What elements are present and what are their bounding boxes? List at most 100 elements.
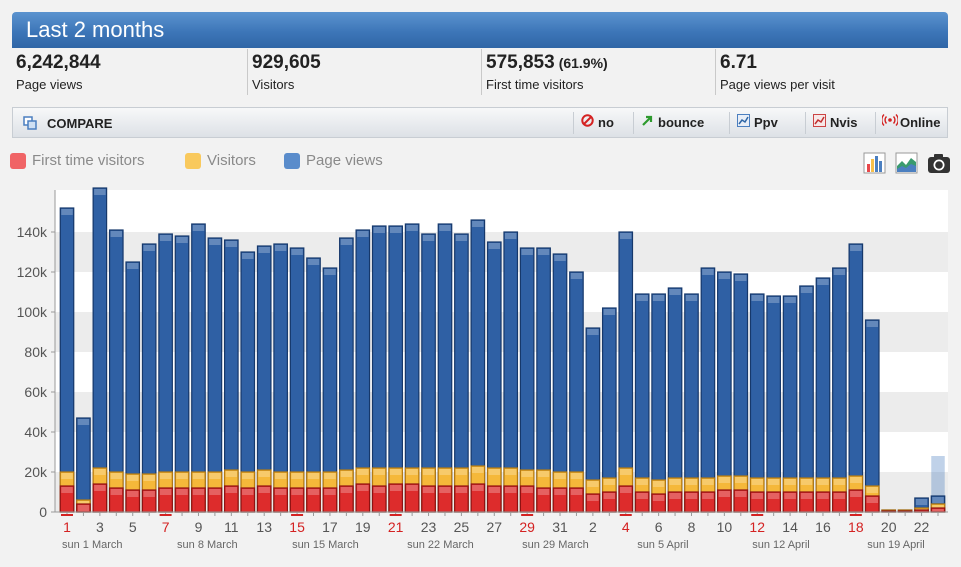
- bar-page-views-highlight: [833, 269, 846, 275]
- bar-visitors-highlight: [439, 469, 451, 475]
- bar-visitors-highlight: [274, 473, 287, 479]
- bar-first-time-visitors: [437, 485, 453, 513]
- bar-page-views-highlight: [324, 269, 336, 275]
- x-tick-label: 2: [589, 519, 597, 535]
- bar-first-time-visitors-highlight: [620, 487, 632, 493]
- bar-page-views: [815, 277, 831, 513]
- bar-first-time-visitors-highlight: [800, 493, 813, 499]
- bar-page-views-body: [832, 267, 847, 513]
- bar-first-time-visitors-highlight: [209, 489, 221, 495]
- compare-bounce-button[interactable]: bounce: [633, 112, 725, 134]
- stat-label: Page views: [16, 77, 83, 92]
- bar-page-views-highlight: [537, 249, 550, 255]
- bar-first-time-visitors: [240, 487, 256, 513]
- bar-first-time-visitors-highlight: [685, 493, 698, 499]
- week-label: sun 22 March: [407, 539, 474, 551]
- bar-first-time-visitors-highlight: [242, 489, 254, 495]
- bar-first-time-visitors: [158, 487, 173, 513]
- bar-page-views-highlight: [751, 295, 763, 301]
- bar-first-time-visitors-highlight: [504, 487, 517, 493]
- x-tick-label: 13: [256, 519, 272, 535]
- bar-first-time-visitors-highlight: [357, 485, 369, 491]
- y-tick-label: 80k: [24, 344, 48, 360]
- bar-first-time-visitors-highlight: [767, 493, 780, 499]
- bar-page-views-highlight: [340, 239, 353, 245]
- week-label: sun 15 March: [292, 539, 359, 551]
- bar-first-time-visitors: [108, 487, 124, 513]
- camera-icon[interactable]: [926, 150, 952, 176]
- compare-nvis-label: Nvis: [830, 115, 858, 130]
- bar-page-views-body: [651, 293, 666, 513]
- bar-page-views-highlight: [603, 309, 616, 315]
- bar-page-views-highlight: [159, 235, 172, 241]
- bar-first-time-visitors: [174, 487, 190, 513]
- bar-page-views-highlight: [669, 289, 681, 295]
- bar-page-views: [191, 223, 206, 513]
- bar-first-time-visitors: [454, 485, 469, 513]
- bar-page-views: [700, 267, 716, 513]
- week-label: sun 8 March: [177, 539, 238, 551]
- x-tick-label: 9: [195, 519, 203, 535]
- week-label: sun 19 April: [867, 539, 924, 551]
- stat-label: First time visitors: [486, 77, 584, 92]
- bar-page-views-highlight: [439, 225, 451, 231]
- compare-no-button[interactable]: no: [573, 112, 629, 134]
- bar-page-views-highlight: [735, 275, 747, 281]
- x-tick-label: 3: [96, 519, 104, 535]
- mini-chart-icon: [736, 112, 750, 134]
- bar-first-time-visitors: [470, 483, 486, 513]
- bar-first-time-visitors-highlight: [669, 493, 681, 499]
- legend-swatch: [284, 153, 300, 169]
- compare-ppv-button[interactable]: Ppv: [729, 112, 799, 134]
- bar-first-time-visitors-highlight: [126, 491, 139, 497]
- report-title: Last 2 months: [12, 12, 948, 48]
- bar-first-time-visitors: [634, 491, 650, 513]
- x-tick-label: 16: [815, 519, 831, 535]
- bar-page-views-highlight: [126, 263, 139, 269]
- bar-first-time-visitors-highlight: [406, 485, 418, 491]
- x-tick-label: 5: [129, 519, 137, 535]
- bar-page-views-highlight: [307, 259, 320, 265]
- compare-toolbar: COMPARE no bounce Ppv Nvis Online: [12, 107, 948, 138]
- bar-page-views-highlight: [915, 499, 928, 505]
- bar-first-time-visitors: [930, 507, 946, 513]
- area-chart-icon[interactable]: [894, 150, 920, 176]
- bar-page-views-highlight: [192, 225, 205, 231]
- bar-first-time-visitors-highlight: [718, 491, 731, 497]
- bar-page-views-highlight: [94, 189, 106, 195]
- y-axis: 0 20k 40k 60k 80k 100k 120k 140k: [17, 190, 56, 520]
- bar-page-views-highlight: [504, 233, 517, 239]
- compare-bounce-label: bounce: [658, 115, 705, 130]
- bar-page-views-highlight: [718, 273, 731, 279]
- bar-visitors-highlight: [800, 479, 813, 485]
- bar-first-time-visitors: [503, 485, 519, 513]
- bar-chart-icon[interactable]: [862, 150, 888, 176]
- bar-first-time-visitors-highlight: [636, 493, 648, 499]
- bar-first-time-visitors: [224, 485, 239, 513]
- week-label: sun 12 April: [752, 539, 809, 551]
- x-tick-label: 27: [486, 519, 502, 535]
- bar-first-time-visitors: [404, 483, 420, 513]
- summary-stats: 6,242,844 Page views 929,605 Visitors 57…: [12, 49, 948, 95]
- stat-visitors: 929,605 Visitors: [248, 49, 482, 95]
- compare-online-button[interactable]: Online: [875, 112, 949, 134]
- bar-first-time-visitors-highlight: [817, 493, 829, 499]
- bar-first-time-visitors-highlight: [850, 491, 862, 497]
- bar-page-views-highlight: [77, 419, 90, 425]
- bar-page-views-highlight: [932, 497, 944, 503]
- mini-chart-icon: [812, 112, 826, 134]
- bar-first-time-visitors-highlight: [307, 489, 320, 495]
- bar-page-views-body: [174, 235, 190, 513]
- stat-value: 575,853 (61.9%): [486, 52, 608, 74]
- bar-page-views-highlight: [176, 237, 188, 243]
- bar-first-time-visitors-highlight: [291, 489, 303, 495]
- bar-visitors-highlight: [751, 479, 763, 485]
- compare-label[interactable]: COMPARE: [47, 116, 112, 131]
- bar-chart: 020k40k60k80k100k120k140k 1 3 5 7 9 11 13 15 17 1…: [17, 187, 948, 551]
- bar-visitors-highlight: [192, 473, 205, 479]
- compare-nvis-button[interactable]: Nvis: [805, 112, 871, 134]
- week-label: sun 1 March: [62, 539, 123, 551]
- bar-first-time-visitors-highlight: [340, 487, 353, 493]
- bar-first-time-visitors: [339, 485, 354, 513]
- bar-first-time-visitors-highlight: [537, 489, 550, 495]
